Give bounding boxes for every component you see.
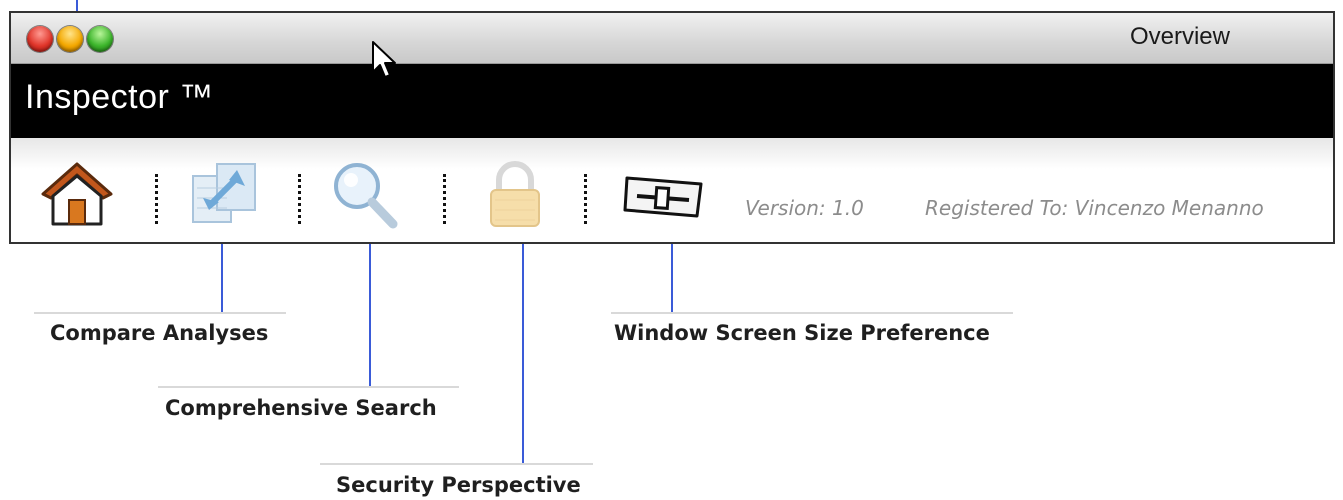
callout-line-search	[369, 244, 371, 386]
callout-underline-security	[320, 463, 593, 465]
app-name: Inspector ™	[25, 78, 214, 116]
version-label: Version: 1.0	[745, 196, 864, 220]
callout-line-security	[522, 244, 524, 463]
slider-icon	[623, 176, 703, 218]
toolbar: Version: 1.0 Registered To: Vincenzo Men…	[11, 138, 1333, 242]
app-header: Inspector ™	[11, 64, 1333, 138]
toolbar-separator	[584, 174, 587, 224]
toolbar-separator	[298, 174, 301, 224]
window-size-preference-button[interactable]	[623, 158, 703, 232]
callout-line-compare	[221, 244, 223, 312]
toolbar-separator	[155, 174, 158, 224]
window-title: Overview	[1129, 23, 1230, 50]
minimize-button[interactable]	[57, 26, 83, 52]
callout-line-window-size	[671, 244, 673, 312]
compare-analyses-button[interactable]	[187, 158, 263, 232]
callout-compare-analyses: Compare Analyses	[50, 321, 269, 345]
callout-underline-compare	[34, 312, 286, 314]
app-window: Overview Inspector ™ Version: 1.0 Regist…	[9, 11, 1335, 244]
security-perspective-button[interactable]	[477, 158, 553, 232]
callout-security-perspective: Security Perspective	[336, 473, 581, 497]
padlock-icon	[490, 161, 540, 227]
mouse-cursor-icon	[372, 41, 396, 78]
close-button[interactable]	[27, 26, 53, 52]
home-button[interactable]	[39, 158, 115, 232]
toolbar-separator	[443, 174, 446, 224]
registered-to-label: Registered To: Vincenzo Menanno	[925, 196, 1264, 220]
compare-analyses-icon	[192, 163, 256, 223]
magnifier-icon	[334, 163, 398, 229]
comprehensive-search-button[interactable]	[327, 158, 403, 232]
home-icon	[41, 162, 113, 226]
callout-underline-search	[158, 386, 459, 388]
callout-underline-window-size	[611, 312, 1013, 314]
callout-comprehensive-search: Comprehensive Search	[165, 396, 437, 420]
zoom-button[interactable]	[87, 26, 113, 52]
callout-window-screen-size-preference: Window Screen Size Preference	[614, 321, 990, 345]
title-bar: Overview	[11, 13, 1333, 64]
